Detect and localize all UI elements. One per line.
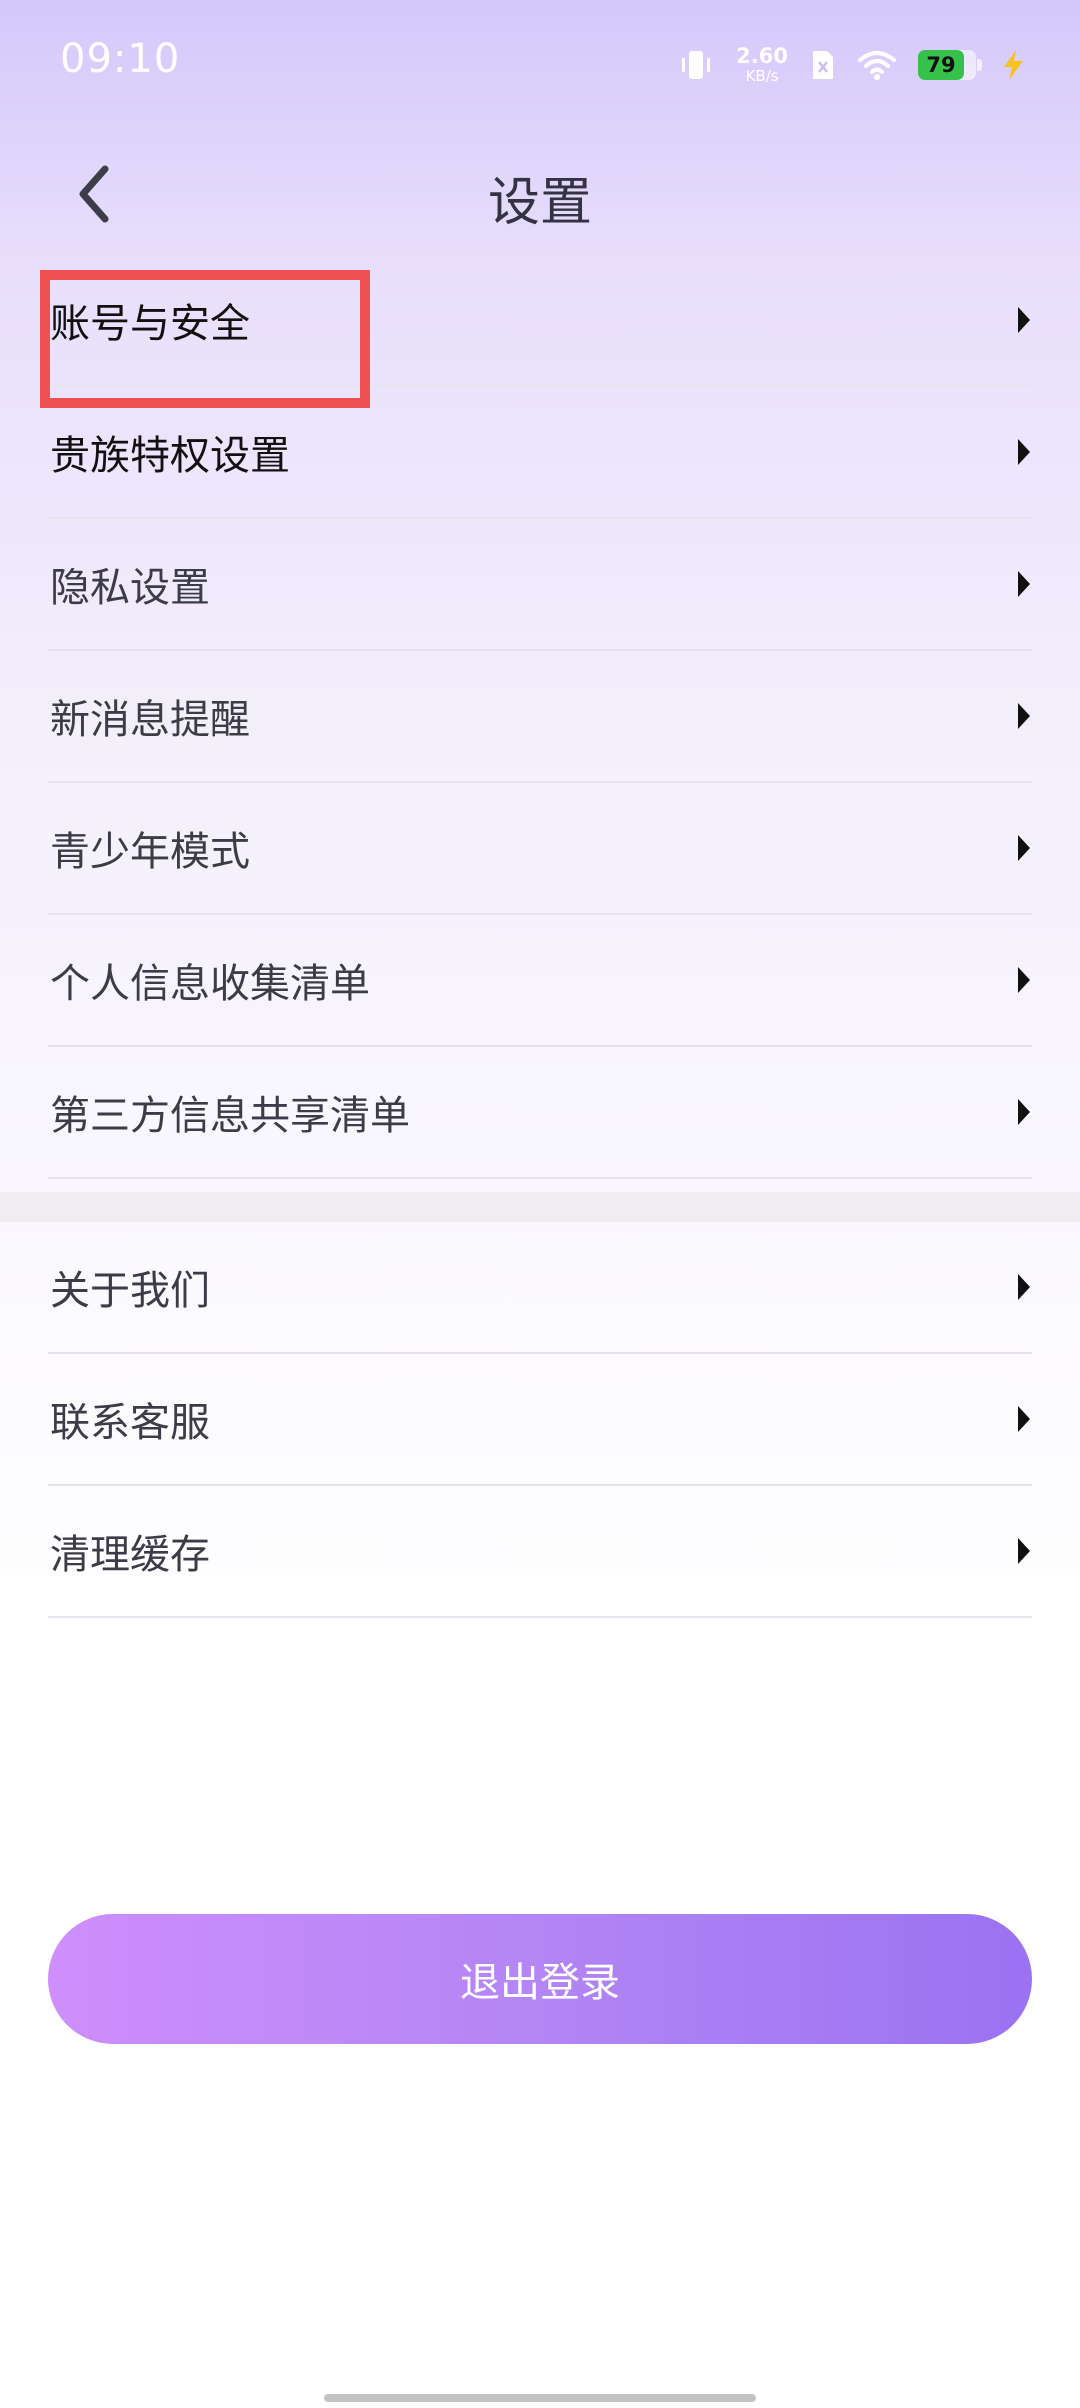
chevron-right-icon <box>1018 571 1030 597</box>
page-title: 设置 <box>487 173 592 233</box>
wifi-icon <box>858 51 896 80</box>
settings-group-misc: 关于我们 联系客服 清理缓存 <box>0 1222 1080 1618</box>
chevron-right-icon <box>1018 439 1030 465</box>
home-indicator[interactable] <box>324 2394 756 2402</box>
menu-item-label: 清理缓存 <box>50 1532 210 1578</box>
menu-item-label: 青少年模式 <box>50 829 250 875</box>
charging-icon <box>1004 50 1023 80</box>
status-time: 09:10 <box>60 36 181 82</box>
chevron-right-icon <box>1018 967 1030 993</box>
menu-item-about-us[interactable]: 关于我们 <box>48 1222 1032 1354</box>
highlight-box <box>40 270 370 408</box>
chevron-right-icon <box>1018 703 1030 729</box>
battery-icon: 79 <box>918 50 982 80</box>
battery-tip <box>977 59 982 71</box>
chevron-right-icon <box>1018 1406 1030 1432</box>
chevron-right-icon <box>1018 307 1030 333</box>
menu-item-label: 贵族特权设置 <box>50 433 290 479</box>
chevron-right-icon <box>1018 1538 1030 1564</box>
sim-icon <box>813 51 833 79</box>
menu-item-label: 关于我们 <box>50 1268 210 1314</box>
menu-item-youth-mode[interactable]: 青少年模式 <box>48 783 1032 915</box>
status-icons: 2.60 KB/s 79 <box>678 42 1028 88</box>
battery-level: 79 <box>926 53 956 77</box>
menu-item-label: 个人信息收集清单 <box>50 961 370 1007</box>
menu-item-personal-info-list[interactable]: 个人信息收集清单 <box>48 915 1032 1047</box>
logout-button[interactable]: 退出登录 <box>48 1914 1032 2044</box>
status-bar: 09:10 2.60 KB/s 79 <box>0 0 1080 128</box>
menu-item-notifications[interactable]: 新消息提醒 <box>48 651 1032 783</box>
chevron-right-icon <box>1018 835 1030 861</box>
menu-item-privacy[interactable]: 隐私设置 <box>48 519 1032 651</box>
menu-item-label: 联系客服 <box>50 1400 210 1446</box>
menu-item-label: 隐私设置 <box>50 565 210 611</box>
vibrate-icon <box>682 51 711 79</box>
menu-item-label: 新消息提醒 <box>50 697 250 743</box>
network-speed-value: 2.60 <box>736 44 788 68</box>
menu-item-label: 第三方信息共享清单 <box>50 1093 410 1139</box>
network-speed-unit: KB/s <box>745 67 779 85</box>
chevron-right-icon <box>1018 1274 1030 1300</box>
menu-item-third-party-sharing[interactable]: 第三方信息共享清单 <box>48 1047 1032 1179</box>
chevron-right-icon <box>1018 1099 1030 1125</box>
group-divider <box>0 1192 1080 1222</box>
network-speed: 2.60 KB/s <box>736 46 788 84</box>
header: 设置 <box>0 128 1080 260</box>
menu-item-clear-cache[interactable]: 清理缓存 <box>48 1486 1032 1618</box>
menu-item-customer-service[interactable]: 联系客服 <box>48 1354 1032 1486</box>
